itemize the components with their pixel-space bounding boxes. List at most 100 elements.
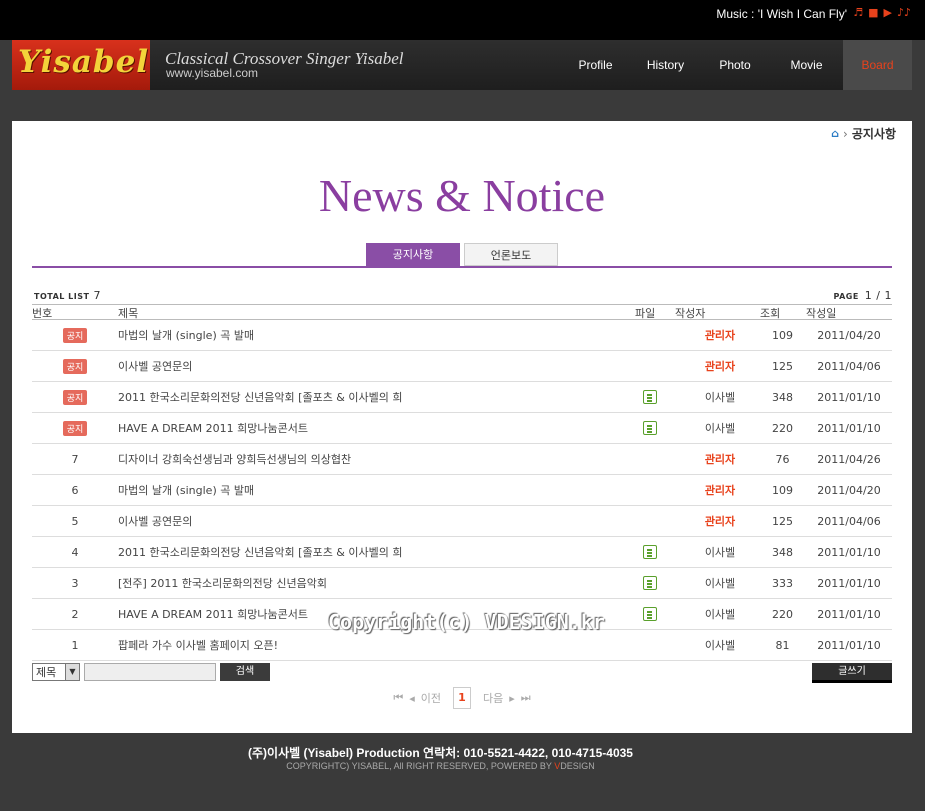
cell-file xyxy=(635,506,675,536)
post-date: 2011/04/06 xyxy=(817,359,881,373)
write-button[interactable]: 글쓰기 xyxy=(812,663,892,683)
row-number: 2 xyxy=(71,607,79,621)
nav-board[interactable]: Board xyxy=(843,40,912,90)
nav-profile[interactable]: Profile xyxy=(560,40,631,90)
cell-writer: 관리자 xyxy=(675,444,765,474)
file-attachment-icon[interactable] xyxy=(643,607,657,621)
tab-press[interactable]: 언론보도 xyxy=(464,243,558,266)
page-label: PAGE xyxy=(833,292,859,301)
first-page-icon[interactable]: ⏮ xyxy=(393,691,403,705)
page-count: 1 / 1 xyxy=(864,289,892,302)
writer-name: 이사벨 xyxy=(704,422,736,435)
music-notes-icon[interactable]: ♪♪ xyxy=(897,6,911,19)
post-date: 2011/04/26 xyxy=(817,452,881,466)
table-row[interactable]: 1 팝페라 가수 이사벨 홈페이지 오픈! 이사벨 81 2011/01/10 xyxy=(32,630,892,661)
pagination: ⏮ ◂ 이전 1 다음 ▸ ⏭ xyxy=(12,687,912,709)
header-date: 작성일 xyxy=(806,307,837,320)
cell-writer: 이사벨 xyxy=(675,382,765,412)
footer-contact: (주)이사벨 (Yisabel) Production 연락처: 010-552… xyxy=(248,746,633,760)
nav-photo[interactable]: Photo xyxy=(700,40,770,90)
last-page-icon[interactable]: ⏭ xyxy=(521,691,531,705)
cell-date: 2011/01/10 xyxy=(806,568,892,598)
cell-file xyxy=(635,599,675,629)
cell-file xyxy=(635,351,675,381)
cell-writer: 이사벨 xyxy=(675,413,765,443)
subject-link[interactable]: 마법의 날개 (single) 곡 발매 xyxy=(118,327,254,343)
breadcrumb: ⌂ › 공지사항 xyxy=(831,125,896,142)
search-field-select[interactable]: 제목 ▼ xyxy=(32,663,80,681)
subject-link[interactable]: 디자이너 강희숙선생님과 양희득선생님의 의상협찬 xyxy=(118,451,351,467)
subject-link[interactable]: 마법의 날개 (single) 곡 발매 xyxy=(118,482,254,498)
nav-movie[interactable]: Movie xyxy=(770,40,843,90)
cell-views: 109 xyxy=(760,320,805,350)
header-file: 파일 xyxy=(635,307,656,320)
table-row[interactable]: 공지 마법의 날개 (single) 곡 발매 관리자 109 2011/04/20 xyxy=(32,320,892,351)
chevron-down-icon[interactable]: ▼ xyxy=(65,664,79,680)
music-note-icon[interactable]: ♬ xyxy=(853,6,863,19)
subject-link[interactable]: 팝페라 가수 이사벨 홈페이지 오픈! xyxy=(118,637,278,653)
page-current[interactable]: 1 xyxy=(453,687,471,709)
cell-views: 220 xyxy=(760,599,805,629)
post-date: 2011/01/10 xyxy=(817,421,881,435)
stop-icon[interactable]: ■ xyxy=(868,6,878,19)
table-row[interactable]: 3 [전주] 2011 한국소리문화의전당 신년음악회 이사벨 333 2011/01/… xyxy=(32,568,892,599)
row-number: 4 xyxy=(71,545,79,559)
cell-writer: 관리자 xyxy=(675,506,765,536)
header-writer: 작성자 xyxy=(675,307,706,320)
table-row[interactable]: 5 이사벨 공연문의 관리자 125 2011/04/06 xyxy=(32,506,892,537)
search-button[interactable]: 검색 xyxy=(220,663,270,681)
row-number: 3 xyxy=(71,576,79,590)
subject-link[interactable]: HAVE A DREAM 2011 희망나눔콘서트 xyxy=(118,420,308,436)
cell-subject: 마법의 날개 (single) 곡 발매 xyxy=(118,475,628,505)
cell-no: 2 xyxy=(32,599,118,629)
table-row[interactable]: 7 디자이너 강희숙선생님과 양희득선생님의 의상협찬 관리자 76 2011/04/2… xyxy=(32,444,892,475)
file-attachment-icon[interactable] xyxy=(643,390,657,404)
cell-file xyxy=(635,320,675,350)
tab-notice[interactable]: 공지사항 xyxy=(366,243,460,266)
subject-link[interactable]: 2011 한국소리문화의전당 신년음악회 [졸포츠 & 이사벨의 희 xyxy=(118,389,402,405)
prev-link[interactable]: 이전 xyxy=(421,690,441,706)
next-icon[interactable]: ▸ xyxy=(509,692,515,705)
nav-history[interactable]: History xyxy=(631,40,700,90)
subject-link[interactable]: 이사벨 공연문의 xyxy=(118,513,192,529)
subject-link[interactable]: 2011 한국소리문화의전당 신년음악회 [졸포츠 & 이사벨의 희 xyxy=(118,544,402,560)
music-title: 'I Wish I Can Fly' xyxy=(757,7,847,21)
view-count: 348 xyxy=(772,545,793,559)
file-attachment-icon[interactable] xyxy=(643,421,657,435)
cell-date: 2011/04/20 xyxy=(806,475,892,505)
cell-views: 125 xyxy=(760,506,805,536)
row-number: 6 xyxy=(71,483,79,497)
notice-badge: 공지 xyxy=(62,420,88,436)
table-row[interactable]: 공지 2011 한국소리문화의전당 신년음악회 [졸포츠 & 이사벨의 희 이사벨 3… xyxy=(32,382,892,413)
header-no: 번호 xyxy=(32,307,53,320)
view-count: 109 xyxy=(772,483,793,497)
post-date: 2011/01/10 xyxy=(817,638,881,652)
table-row[interactable]: 6 마법의 날개 (single) 곡 발매 관리자 109 2011/04/20 xyxy=(32,475,892,506)
table-row[interactable]: 공지 HAVE A DREAM 2011 희망나눔콘서트 이사벨 220 2011/01… xyxy=(32,413,892,444)
home-icon[interactable]: ⌂ xyxy=(831,127,839,140)
search-input[interactable] xyxy=(84,663,216,681)
prev-icon[interactable]: ◂ xyxy=(409,692,415,705)
cell-views: 348 xyxy=(760,382,805,412)
post-date: 2011/01/10 xyxy=(817,545,881,559)
writer-name: 관리자 xyxy=(704,515,736,528)
cell-file xyxy=(635,630,675,660)
cell-date: 2011/04/06 xyxy=(806,506,892,536)
view-count: 109 xyxy=(772,328,793,342)
play-icon[interactable]: ▶ xyxy=(883,6,891,19)
logo[interactable]: Yisabel xyxy=(12,40,150,90)
main-nav: Profile History Photo Movie Board xyxy=(560,40,912,90)
subject-link[interactable]: 이사벨 공연문의 xyxy=(118,358,192,374)
subject-link[interactable]: [전주] 2011 한국소리문화의전당 신년음악회 xyxy=(118,575,327,591)
subject-link[interactable]: HAVE A DREAM 2011 희망나눔콘서트 xyxy=(118,606,308,622)
file-attachment-icon[interactable] xyxy=(643,576,657,590)
next-link[interactable]: 다음 xyxy=(483,690,503,706)
file-attachment-icon[interactable] xyxy=(643,545,657,559)
music-label: Music : xyxy=(716,7,755,21)
table-row[interactable]: 4 2011 한국소리문화의전당 신년음악회 [졸포츠 & 이사벨의 희 이사벨 34… xyxy=(32,537,892,568)
search-field-value: 제목 xyxy=(36,666,57,679)
row-number: 7 xyxy=(71,452,79,466)
table-row[interactable]: 공지 이사벨 공연문의 관리자 125 2011/04/06 xyxy=(32,351,892,382)
cell-date: 2011/04/20 xyxy=(806,320,892,350)
site-header: Yisabel Classical Crossover Singer Yisab… xyxy=(12,40,912,90)
